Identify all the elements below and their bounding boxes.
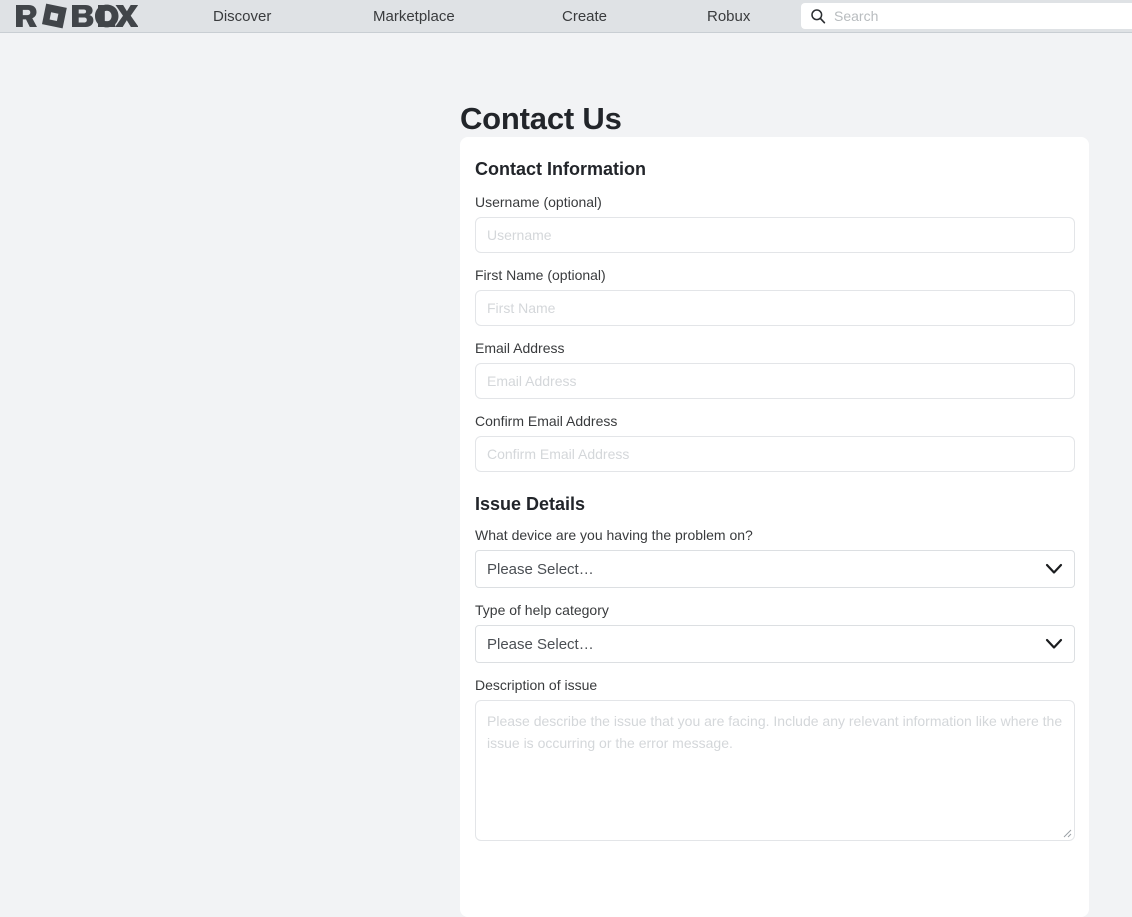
label-email-address: Email Address xyxy=(475,340,1074,356)
page-title: Contact Us xyxy=(460,101,622,137)
field-description: Description of issue xyxy=(475,677,1074,841)
first-name-input[interactable] xyxy=(475,290,1075,326)
label-confirm-email-address: Confirm Email Address xyxy=(475,413,1074,429)
nav-link-robux[interactable]: Robux xyxy=(707,0,750,33)
nav-link-marketplace[interactable]: Marketplace xyxy=(373,0,455,33)
roblox-logo-icon xyxy=(16,3,138,29)
field-username: Username (optional) xyxy=(475,194,1074,253)
contact-form-card: Contact Information Username (optional) … xyxy=(460,137,1089,917)
field-help-category: Type of help category Please Select… xyxy=(475,602,1074,663)
label-first-name: First Name (optional) xyxy=(475,267,1074,283)
label-description-of-issue: Description of issue xyxy=(475,677,1074,693)
field-first-name: First Name (optional) xyxy=(475,267,1074,326)
primary-nav-links: Discover Marketplace Create Robux xyxy=(150,0,800,33)
label-device-question: What device are you having the problem o… xyxy=(475,527,1074,543)
device-select-value: Please Select… xyxy=(487,561,594,578)
help-category-select[interactable]: Please Select… xyxy=(475,625,1075,663)
confirm-email-address-input[interactable] xyxy=(475,436,1075,472)
help-category-select-value: Please Select… xyxy=(487,636,594,653)
label-username: Username (optional) xyxy=(475,194,1074,210)
page-content: Contact Us Contact Information Username … xyxy=(0,33,1132,904)
email-address-input[interactable] xyxy=(475,363,1075,399)
username-input[interactable] xyxy=(475,217,1075,253)
top-navigation-bar: Discover Marketplace Create Robux xyxy=(0,0,1132,33)
field-confirm-email-address: Confirm Email Address xyxy=(475,413,1074,472)
roblox-logo[interactable] xyxy=(16,3,138,29)
nav-link-create[interactable]: Create xyxy=(562,0,607,33)
description-textarea-wrapper xyxy=(475,700,1075,841)
issue-details-heading: Issue Details xyxy=(475,494,1074,515)
nav-link-discover[interactable]: Discover xyxy=(213,0,271,33)
field-device: What device are you having the problem o… xyxy=(475,527,1074,588)
label-help-category: Type of help category xyxy=(475,602,1074,618)
description-textarea[interactable] xyxy=(475,700,1075,841)
search-box[interactable] xyxy=(801,3,1132,29)
help-category-select-wrapper: Please Select… xyxy=(475,625,1075,663)
device-select[interactable]: Please Select… xyxy=(475,550,1075,588)
contact-information-heading: Contact Information xyxy=(475,159,1074,180)
search-input[interactable] xyxy=(834,8,1124,24)
search-icon xyxy=(810,8,826,24)
field-email-address: Email Address xyxy=(475,340,1074,399)
device-select-wrapper: Please Select… xyxy=(475,550,1075,588)
